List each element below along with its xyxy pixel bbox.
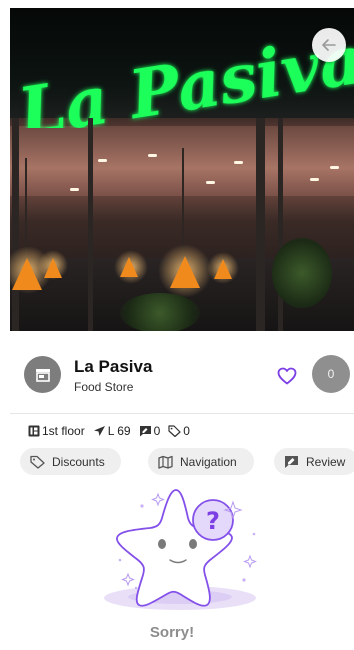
- favorite-button[interactable]: [276, 365, 298, 387]
- comment-info: 0: [139, 424, 161, 438]
- empty-state-title: Sorry!: [149, 624, 195, 641]
- discount-info: 0: [168, 424, 190, 438]
- discounts-chip-label: Discounts: [52, 454, 105, 469]
- store-avatar: [24, 356, 61, 393]
- store-photo: La Pasiva: [10, 8, 354, 331]
- discount-count: 0: [183, 424, 190, 438]
- floor-text: 1st floor: [42, 424, 85, 438]
- tag-icon: [30, 455, 45, 469]
- store-header: La Pasiva Food Store 0: [10, 343, 354, 413]
- back-button[interactable]: [312, 28, 346, 62]
- review-chip-label: Review: [306, 454, 346, 469]
- discounts-chip[interactable]: Discounts: [20, 448, 121, 475]
- neon-sign-image: La Pasiva: [14, 21, 354, 128]
- divider: [10, 413, 354, 414]
- like-count-badge[interactable]: 0: [312, 355, 350, 393]
- back-arrow-icon: [322, 39, 336, 51]
- svg-text:?: ?: [206, 507, 220, 535]
- map-icon: [158, 455, 173, 469]
- floor-icon: [28, 425, 40, 437]
- store-info-row: 1st floor L 69 0 0: [28, 422, 198, 440]
- floor-info: 1st floor: [28, 424, 85, 438]
- app-screen: La Pasiva La Pasiva Food Store 0 1st flo…: [10, 8, 354, 650]
- navigation-chip[interactable]: Navigation: [148, 448, 254, 475]
- store-category: Food Store: [74, 380, 134, 394]
- tag-icon: [168, 425, 181, 437]
- comment-icon: [139, 426, 151, 437]
- review-icon: [285, 455, 298, 468]
- review-chip[interactable]: Review: [274, 448, 354, 475]
- location-arrow-icon: [93, 426, 105, 436]
- question-star-illustration: ?: [104, 489, 257, 610]
- location-info: L 69: [93, 424, 131, 438]
- neon-sign-text: La Pasiva: [14, 21, 354, 128]
- comment-count: 0: [153, 424, 161, 438]
- navigation-chip-label: Navigation: [180, 454, 237, 469]
- action-chips: Discounts Navigation Review: [20, 448, 354, 476]
- heart-outline-icon: [277, 367, 297, 385]
- store-icon: [35, 368, 50, 382]
- store-name: La Pasiva: [74, 357, 153, 376]
- location-text: L 69: [107, 424, 131, 438]
